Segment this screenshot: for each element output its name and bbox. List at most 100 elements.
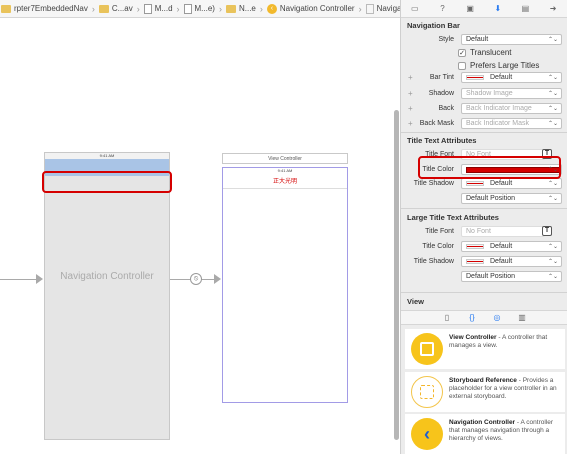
title-shadow-offset-popup[interactable]: Default Position ⌃⌄ (461, 193, 562, 204)
file-inspector-icon[interactable]: ▭ (409, 3, 420, 14)
plus-icon[interactable]: + (408, 89, 413, 98)
plus-icon[interactable]: + (408, 119, 413, 128)
navigation-bar-divider (223, 188, 347, 189)
connections-inspector-icon[interactable]: ➜ (548, 3, 559, 14)
jumpbar-item-navigation-bar[interactable]: Navigation Bar (365, 3, 400, 14)
font-picker-icon[interactable]: T (542, 226, 552, 236)
back-indicator-image-field[interactable]: Back Indicator Image ⌃⌄ (461, 103, 562, 114)
object-library-icon[interactable]: ◎ (492, 312, 503, 323)
jumpbar-item-project[interactable]: rpter7EmbeddedNav (0, 4, 89, 13)
file-template-icon[interactable]: ▯ (442, 312, 453, 323)
large-title-shadow-value: Default (490, 258, 513, 265)
navigation-title: 正大光明 (272, 179, 297, 185)
library-item-title: Storyboard Reference (449, 377, 517, 384)
folder-icon (1, 4, 11, 13)
file-icon (143, 3, 152, 14)
chevron-updown-icon: ⌃⌄ (547, 196, 558, 202)
large-title-text-attributes-title: Large Title Text Attributes (407, 213, 499, 222)
initial-entry-arrow-head (36, 274, 43, 284)
large-title-color-value: Default (490, 243, 513, 250)
chevron-updown-icon: ⌃⌄ (547, 259, 558, 265)
back-indicator-mask-field[interactable]: Back Indicator Mask ⌃⌄ (461, 118, 562, 129)
jumpbar-item-scene[interactable]: N...e (225, 4, 257, 13)
library-item-storyboard-reference[interactable]: Storyboard Reference - Provides a placeh… (405, 372, 565, 412)
section-divider (401, 208, 567, 209)
view-controller-icon (411, 333, 443, 365)
storyboard-canvas[interactable]: 9:41 AM Navigation Controller ⦸ View Con… (0, 18, 400, 454)
chevron-updown-icon: ⌃⌄ (547, 121, 558, 127)
color-swatch (466, 244, 484, 249)
jumpbar-item-storyboard-base[interactable]: M...e) (183, 3, 216, 14)
style-popup[interactable]: Default ⌃⌄ (461, 34, 562, 45)
bar-tint-value: Default (490, 74, 513, 81)
library-tabs: ▯ {} ◎ ▥ (401, 310, 567, 325)
code-snippet-icon[interactable]: {} (467, 312, 478, 323)
jump-bar: rpter7EmbeddedNav › C...av › M...d › M..… (0, 0, 400, 18)
section-divider (401, 292, 567, 293)
navigation-controller-icon: ‹ (266, 3, 277, 14)
large-title-color-popup[interactable]: Default ⌃⌄ (461, 241, 562, 252)
navigation-controller-scene[interactable]: 9:41 AM Navigation Controller (44, 152, 170, 440)
large-title-shadow-label: Title Shadow (413, 258, 454, 265)
size-inspector-icon[interactable]: ▤ (520, 3, 531, 14)
translucent-checkbox[interactable]: ✓ (458, 48, 466, 57)
chevron-updown-icon: ⌃⌄ (547, 181, 558, 187)
translucent-label: Translucent (470, 48, 512, 57)
chevron-right-icon: › (176, 3, 180, 14)
chevron-updown-icon: ⌃⌄ (547, 91, 558, 97)
jumpbar-item-folder[interactable]: C...av (98, 4, 134, 13)
jumpbar-item-navigation-controller[interactable]: ‹ Navigation Controller (266, 3, 356, 14)
library-item-view-controller[interactable]: View Controller - A controller that mana… (405, 329, 565, 369)
canvas-vertical-scrollbar[interactable] (393, 110, 399, 454)
position-value: Default Position (466, 195, 516, 202)
file-icon (183, 3, 192, 14)
back-mask-row: + Back Mask Back Indicator Mask ⌃⌄ (401, 117, 567, 130)
document-icon (365, 3, 374, 14)
chevron-right-icon: › (259, 3, 263, 14)
large-title-color-label: Title Color (422, 243, 454, 250)
shadow-image-placeholder: Shadow Image (466, 90, 513, 97)
identity-inspector-icon[interactable]: ▣ (465, 3, 476, 14)
relationship-segue-icon[interactable]: ⦸ (190, 273, 202, 285)
large-title-color-row: Title Color Default ⌃⌄ (401, 240, 567, 253)
title-shadow-popup[interactable]: Default ⌃⌄ (461, 178, 562, 189)
color-swatch (466, 259, 484, 264)
bar-tint-popup[interactable]: Default ⌃⌄ (461, 72, 562, 83)
shadow-image-field[interactable]: Shadow Image ⌃⌄ (461, 88, 562, 99)
large-title-shadow-row: Title Shadow Default ⌃⌄ (401, 255, 567, 268)
scrollbar-thumb[interactable] (394, 110, 399, 440)
large-title-shadow-offset-popup[interactable]: Default Position ⌃⌄ (461, 271, 562, 282)
large-title-font-label: Title Font (425, 228, 454, 235)
attributes-inspector-icon[interactable]: ⬇ (492, 3, 503, 14)
style-value: Default (466, 36, 489, 43)
view-controller-scene[interactable]: 9:41 AM 正大光明 (222, 167, 348, 403)
media-library-icon[interactable]: ▥ (517, 312, 528, 323)
navigation-bar-section-title: Navigation Bar (407, 21, 460, 30)
prefers-large-titles-checkbox[interactable] (458, 61, 466, 70)
title-shadow-value: Default (490, 180, 513, 187)
back-indicator-placeholder: Back Indicator Image (466, 105, 532, 112)
translucent-row: ✓ Translucent (401, 46, 567, 59)
segue-arrow-head (214, 274, 221, 284)
navigation-controller-label: Navigation Controller (60, 271, 154, 282)
bar-tint-row: + Bar Tint Default ⌃⌄ (401, 71, 567, 84)
chevron-right-icon: › (136, 3, 140, 14)
library-item-navigation-controller[interactable]: ‹ Navigation Controller - A controller t… (405, 414, 565, 454)
quick-help-icon[interactable]: ? (437, 3, 448, 14)
chevron-updown-icon: ⌃⌄ (547, 274, 558, 280)
library-item-title: View Controller (449, 334, 497, 341)
folder-icon (225, 4, 236, 13)
chevron-updown-icon: ⌃⌄ (547, 244, 558, 250)
folder-icon (98, 4, 109, 13)
view-controller-scene-dock[interactable]: View Controller (222, 153, 348, 164)
chevron-right-icon: › (218, 3, 222, 14)
jumpbar-label: Navigation Bar (376, 4, 400, 13)
plus-icon[interactable]: + (408, 73, 413, 82)
large-title-shadow-popup[interactable]: Default ⌃⌄ (461, 256, 562, 267)
jumpbar-item-storyboard[interactable]: M...d (143, 3, 174, 14)
plus-icon[interactable]: + (408, 104, 413, 113)
large-title-font-field[interactable]: No Font (461, 226, 545, 237)
jumpbar-label: Navigation Controller (279, 4, 355, 13)
jumpbar-label: M...d (154, 4, 173, 13)
jumpbar-label: rpter7EmbeddedNav (14, 4, 88, 13)
